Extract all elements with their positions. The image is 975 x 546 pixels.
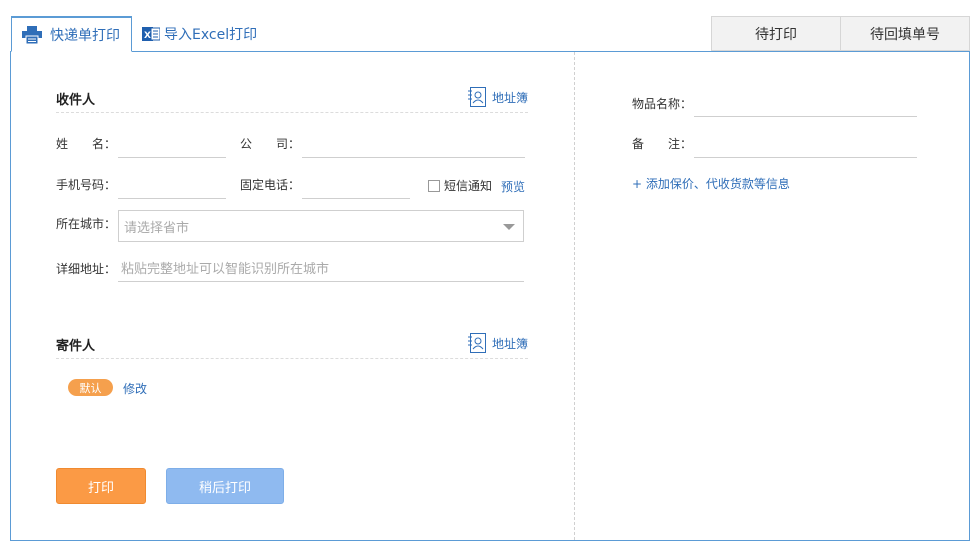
recipient-company-label: 公 司： xyxy=(240,137,301,151)
address-book-icon xyxy=(468,87,486,107)
tab-express-print[interactable]: 快递单打印 xyxy=(11,16,132,52)
recipient-phone-input[interactable] xyxy=(302,177,410,199)
tab-pending-fill[interactable]: 待回填单号 xyxy=(840,16,970,51)
printer-icon xyxy=(22,25,42,44)
tab-express-print-label: 快递单打印 xyxy=(50,27,120,44)
svg-text:X: X xyxy=(144,31,151,41)
goods-remark-label: 备 注： xyxy=(632,137,693,151)
recipient-title-divider xyxy=(56,112,528,113)
tab-pending-print[interactable]: 待打印 xyxy=(711,16,841,51)
chevron-down-icon xyxy=(503,224,515,230)
tab-excel-import[interactable]: X 导入Excel打印 xyxy=(140,16,270,52)
recipient-mobile-label: 手机号码： xyxy=(56,178,117,192)
sender-title-divider xyxy=(56,358,528,359)
recipient-city-placeholder: 请选择省市 xyxy=(124,220,190,236)
recipient-title: 收件人 xyxy=(56,93,96,108)
sender-address-book-label: 地址簿 xyxy=(492,336,529,351)
add-extra-info-link[interactable]: + 添加保价、代收货款等信息 xyxy=(632,175,790,192)
goods-remark-input[interactable] xyxy=(694,136,917,158)
goods-name-label: 物品名称： xyxy=(632,97,693,111)
sms-notify-label: 短信通知 xyxy=(444,179,493,193)
sender-address-book[interactable]: 地址簿 xyxy=(468,333,528,353)
recipient-address-book-label: 地址簿 xyxy=(492,90,529,105)
recipient-name-input[interactable] xyxy=(118,136,226,158)
main-panel xyxy=(10,51,970,541)
tab-bar: 快递单打印 X 导入Excel打印 待打印 待回填单号 xyxy=(0,0,975,52)
print-later-button[interactable]: 稍后打印 xyxy=(166,468,284,504)
print-button[interactable]: 打印 xyxy=(56,468,146,504)
default-badge: 默认 xyxy=(68,379,113,396)
recipient-address-book[interactable]: 地址簿 xyxy=(468,87,528,107)
sms-preview-link[interactable]: 预览 xyxy=(501,178,525,195)
recipient-mobile-input[interactable] xyxy=(118,177,226,199)
address-book-icon xyxy=(468,333,486,353)
sender-edit-link[interactable]: 修改 xyxy=(123,380,147,397)
tab-excel-import-label: 导入Excel打印 xyxy=(164,27,258,43)
recipient-address-label: 详细地址： xyxy=(56,262,117,276)
recipient-company-input[interactable] xyxy=(302,136,525,158)
recipient-city-select[interactable]: 请选择省市 xyxy=(118,210,524,242)
recipient-name-label: 姓 名： xyxy=(56,137,117,151)
recipient-address-input[interactable] xyxy=(118,258,524,282)
excel-icon: X xyxy=(142,27,160,41)
recipient-city-label: 所在城市： xyxy=(56,217,117,231)
sms-notify-checkbox[interactable]: 短信通知 xyxy=(428,177,492,194)
sender-title: 寄件人 xyxy=(56,339,96,354)
column-divider xyxy=(574,52,575,540)
recipient-phone-label: 固定电话： xyxy=(240,178,301,192)
goods-name-input[interactable] xyxy=(694,95,917,117)
checkbox-icon xyxy=(428,179,440,192)
